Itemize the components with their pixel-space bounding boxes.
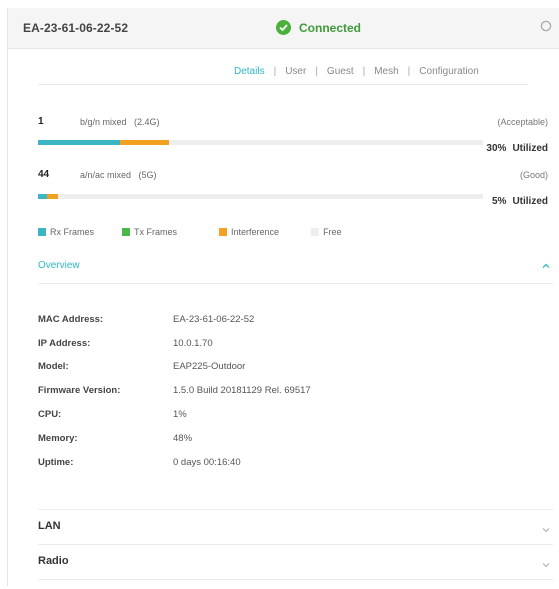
utilization-readout: 30% Utilized — [486, 143, 548, 154]
connection-status: Connected — [276, 20, 361, 35]
field-label: Memory: — [38, 433, 78, 444]
tab-separator: | — [407, 66, 411, 77]
legend-interference: Interference — [219, 227, 279, 237]
radio-quality: (Acceptable) — [497, 117, 548, 127]
check-circle-icon — [276, 20, 291, 35]
tabs-divider — [38, 84, 528, 85]
radio-channel: 1 — [38, 116, 44, 127]
tab-separator: | — [362, 66, 366, 77]
device-details-panel: EA-23-61-06-22-52 Connected Details | Us… — [7, 8, 559, 586]
field-label: IP Address: — [38, 338, 91, 349]
radio-mode: b/g/n mixed (2.4G) — [80, 117, 160, 127]
interference-segment — [47, 194, 58, 199]
tx-swatch — [122, 228, 131, 236]
utilization-percent: 30% — [486, 143, 507, 154]
field-label: Uptime: — [38, 457, 74, 468]
rx-swatch — [38, 228, 46, 236]
utilization-bar — [38, 194, 483, 199]
overview-divider — [38, 283, 553, 284]
utilized-label: Utilized — [512, 143, 548, 154]
field-value: 10.0.1.70 — [173, 338, 213, 349]
chevron-up-icon[interactable] — [541, 258, 551, 268]
rx-segment — [38, 194, 47, 199]
utilization-readout: 5% Utilized — [492, 196, 548, 207]
status-label: Connected — [299, 20, 362, 35]
radio-mode: a/n/ac mixed (5G) — [80, 170, 157, 180]
radio-channel: 44 — [38, 169, 50, 180]
tab-configuration[interactable]: Configuration — [419, 66, 478, 77]
tab-mesh[interactable]: Mesh — [374, 66, 398, 77]
section-radio[interactable]: Radio — [38, 545, 553, 580]
utilization-bar — [38, 140, 483, 145]
utilized-label: Utilized — [512, 196, 548, 207]
chevron-down-icon[interactable] — [541, 522, 551, 533]
field-label: Model: — [38, 361, 69, 372]
rx-segment — [38, 140, 120, 145]
field-label: Firmware Version: — [38, 385, 121, 396]
close-icon[interactable] — [540, 20, 554, 34]
radio-quality: (Good) — [519, 170, 548, 180]
radio-band: (5G) — [138, 170, 157, 180]
field-label: MAC Address: — [38, 314, 104, 325]
tab-guest[interactable]: Guest — [327, 66, 354, 77]
detail-tabs: Details | User | Guest | Mesh | Configur… — [234, 66, 479, 77]
legend-rx: Rx Frames — [38, 227, 94, 237]
chevron-down-icon[interactable] — [541, 557, 551, 568]
legend-label: Tx Frames — [134, 227, 178, 237]
legend-free: Free — [311, 227, 342, 237]
panel-header: EA-23-61-06-22-52 Connected — [8, 8, 559, 49]
section-label: Radio — [38, 555, 69, 567]
utilization-percent: 5% — [491, 196, 507, 207]
interference-swatch — [219, 228, 228, 236]
legend-label: Interference — [231, 227, 280, 237]
legend-label: Rx Frames — [50, 227, 95, 237]
field-value: EAP225-Outdoor — [173, 361, 246, 372]
overview-toggle[interactable]: Overview — [38, 260, 80, 271]
section-lan[interactable]: LAN — [38, 510, 553, 545]
legend-tx: Tx Frames — [122, 227, 177, 237]
tab-details[interactable]: Details — [234, 66, 265, 77]
field-value: EA-23-61-06-22-52 — [173, 314, 255, 325]
radio-band: (2.4G) — [134, 117, 160, 127]
field-value: 48% — [173, 433, 193, 444]
utilization-legend: Rx Frames Tx Frames Interference Free — [38, 227, 370, 237]
tab-user[interactable]: User — [285, 66, 306, 77]
field-value: 0 days 00:16:40 — [173, 457, 241, 468]
tab-separator: | — [315, 66, 318, 77]
interference-segment — [120, 140, 169, 145]
field-label: CPU: — [38, 409, 62, 420]
device-name: EA-23-61-06-22-52 — [23, 21, 129, 35]
tab-separator: | — [273, 66, 277, 77]
field-value: 1.5.0 Build 20181129 Rel. 69517 — [173, 385, 311, 396]
radio-mode-label: b/g/n mixed — [80, 117, 127, 127]
field-value: 1% — [173, 409, 187, 420]
legend-label: Free — [323, 227, 342, 237]
radio-mode-label: a/n/ac mixed — [80, 170, 132, 180]
section-label: LAN — [38, 520, 61, 532]
free-swatch — [311, 228, 320, 236]
